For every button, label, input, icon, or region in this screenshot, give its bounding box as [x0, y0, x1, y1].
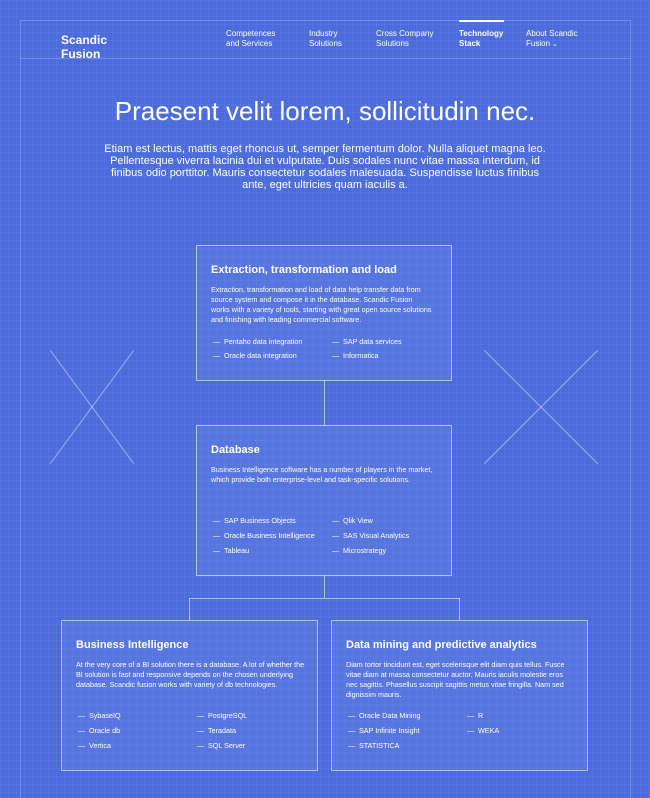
list-item: — Oracle db	[78, 726, 121, 735]
card-description: At the very core of a BI solution there …	[76, 660, 305, 689]
card-database: Database Business Intelligence software …	[196, 425, 452, 576]
nav-label: Industry Solutions	[309, 29, 342, 48]
card-business-intelligence: Business Intelligence At the very core o…	[61, 620, 318, 771]
card-data-mining: Data mining and predictive analytics Dia…	[331, 620, 588, 771]
list-item: — STATISTICA	[348, 741, 400, 750]
list-item: — SybaseIQ	[78, 711, 121, 720]
nav-label: Technology Stack	[459, 29, 504, 48]
list-item: — Microstrategy	[332, 546, 387, 555]
nav-competences-and-services[interactable]: Competences and Services	[226, 29, 286, 49]
list-item: — SAP data services	[332, 337, 402, 346]
list-item: — Vertica	[78, 741, 111, 750]
decorative-cross-left	[50, 350, 134, 464]
connector-to-bi	[189, 598, 190, 620]
card-title: Business Intelligence	[76, 639, 189, 651]
decorative-cross-right	[484, 350, 598, 464]
list-item: — SAP Infinite Insight	[348, 726, 420, 735]
hero-description: Etiam est lectus, mattis eget rhoncus ut…	[104, 143, 546, 191]
connector-etl-db	[324, 380, 325, 426]
card-description: Diam tortor tincidunt est, eget sceleris…	[346, 660, 565, 699]
list-item: — Qlik View	[332, 516, 373, 525]
logo-text: Scandic Fusion	[61, 33, 108, 61]
list-item: — Informatica	[332, 351, 379, 360]
card-description: Extraction, transformation and load of d…	[211, 285, 432, 324]
list-item: — Pentaho data integration	[213, 337, 303, 346]
nav-label: Cross Company Solutions	[376, 29, 434, 48]
card-etl: Extraction, transformation and load Extr…	[196, 245, 452, 381]
list-item: — Tableau	[213, 546, 250, 555]
card-title: Database	[211, 444, 260, 456]
list-item: — Teradata	[197, 726, 236, 735]
active-nav-indicator	[459, 20, 504, 22]
connector-db-split	[324, 575, 325, 598]
list-item: — WEKA	[467, 726, 500, 735]
chevron-down-icon: ⌄	[552, 41, 558, 48]
frame-right-line	[630, 20, 631, 798]
nav-about-scandic-fusion[interactable]: About Scandic Fusion ⌄	[526, 29, 588, 50]
list-item: — Oracle Business Intelligence	[213, 531, 315, 540]
nav-label: Competences and Services	[226, 29, 276, 48]
list-item: — PostgreSQL	[197, 711, 248, 720]
page-title: Praesent velit lorem, sollicitudin nec.	[114, 96, 536, 126]
list-item: — Oracle data integration	[213, 351, 297, 360]
connector-horizontal	[189, 598, 460, 599]
list-item: — Oracle Data Mining	[348, 711, 421, 720]
nav-cross-company-solutions[interactable]: Cross Company Solutions	[376, 29, 442, 49]
logo[interactable]: Scandic Fusion	[61, 33, 131, 61]
list-item: — SQL Server	[197, 741, 246, 750]
card-title: Extraction, transformation and load	[211, 264, 397, 276]
nav-technology-stack[interactable]: Technology Stack	[459, 29, 509, 49]
list-item: — R	[467, 711, 484, 720]
list-item: — SAS Visual Analytics	[332, 531, 410, 540]
site-header: Scandic Fusion Competences and Services …	[0, 0, 650, 61]
frame-left-line	[20, 20, 21, 798]
connector-to-dm	[459, 598, 460, 620]
card-description: Business Intelligence software has a num…	[211, 465, 433, 484]
list-item: — SAP Business Objects	[213, 516, 296, 525]
card-title: Data mining and predictive analytics	[346, 639, 537, 651]
nav-industry-solutions[interactable]: Industry Solutions	[309, 29, 354, 49]
